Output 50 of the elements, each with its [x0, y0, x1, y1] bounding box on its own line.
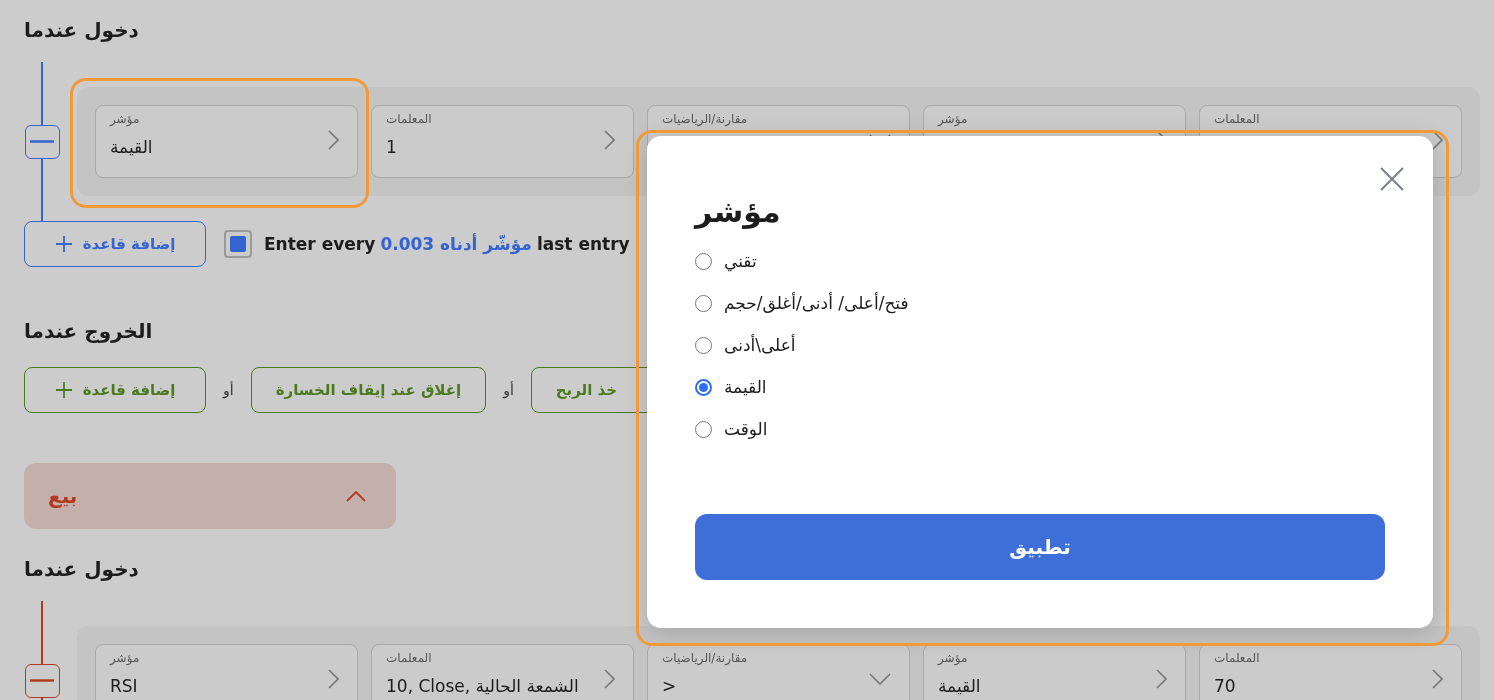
- chevron-right-icon: [1156, 669, 1167, 689]
- selector-label: مقارنة/الرياضيات: [662, 650, 748, 666]
- chevron-right-icon: [328, 669, 339, 689]
- selector-label: المعلمات: [1214, 650, 1260, 666]
- selector-value: RSI: [110, 675, 139, 697]
- selector-value: >: [662, 675, 678, 697]
- selector-label: مؤشر: [110, 650, 140, 666]
- condition-selector[interactable]: المعلمات 10, Close, الشمعة الحالية: [371, 644, 634, 700]
- radio-button[interactable]: [695, 378, 712, 396]
- selector-label: مقارنة/الرياضيات: [662, 111, 748, 127]
- close-icon: [1379, 166, 1405, 192]
- selector-label: مؤشر: [938, 650, 969, 666]
- radio-option[interactable]: القيمة: [695, 372, 767, 402]
- radio-option[interactable]: تقني: [695, 246, 757, 276]
- checkbox[interactable]: [224, 230, 252, 258]
- section-title: دخول عندما: [24, 556, 139, 583]
- selector-value: القيمة: [938, 675, 981, 697]
- or-separator: أو: [503, 382, 514, 398]
- selector-label: المعلمات: [386, 111, 432, 127]
- remove-rule-button[interactable]: [24, 663, 60, 698]
- chevron-right-icon: [604, 130, 615, 150]
- selector-value: القيمة: [110, 136, 153, 158]
- apply-button[interactable]: تطبيق: [695, 514, 1385, 580]
- chevron-right-icon: [604, 669, 615, 689]
- condition-selector[interactable]: مقارنة/الرياضيات >: [647, 644, 910, 700]
- plus-icon: [54, 235, 73, 253]
- section-title: دخول عندما: [24, 17, 139, 44]
- minus-icon: [30, 140, 54, 143]
- selector-label: مؤشر: [110, 111, 141, 127]
- selector-label: المعلمات: [386, 650, 433, 666]
- selector-label: المعلمات: [1214, 111, 1260, 127]
- chevron-right-icon: [328, 130, 339, 150]
- condition-selector[interactable]: مؤشر القيمة: [923, 644, 1186, 700]
- remove-rule-button[interactable]: [24, 124, 60, 159]
- plus-icon: [54, 381, 73, 399]
- selector-value: 10, Close, الشمعة الحالية: [386, 675, 579, 697]
- chevron-right-icon: [1432, 669, 1443, 689]
- selector-label: مؤشر: [938, 111, 968, 127]
- minus-icon: [30, 679, 54, 682]
- condition-selector[interactable]: مؤشر القيمة: [95, 105, 358, 178]
- selector-value: 1: [386, 136, 398, 158]
- radio-option[interactable]: أعلى\أدنى: [695, 330, 796, 360]
- close-button[interactable]: [1379, 166, 1405, 192]
- radio-option[interactable]: الوقت: [695, 414, 768, 444]
- or-separator: أو: [223, 382, 234, 398]
- radio-option[interactable]: فتح/أعلى/ أدنى/أغلق/حجم: [695, 288, 909, 318]
- section-title: الخروج عندما: [24, 318, 153, 345]
- selector-value: 70: [1214, 675, 1237, 697]
- chevron-up-icon: [346, 490, 366, 502]
- dialog-title: مؤشر: [695, 192, 781, 231]
